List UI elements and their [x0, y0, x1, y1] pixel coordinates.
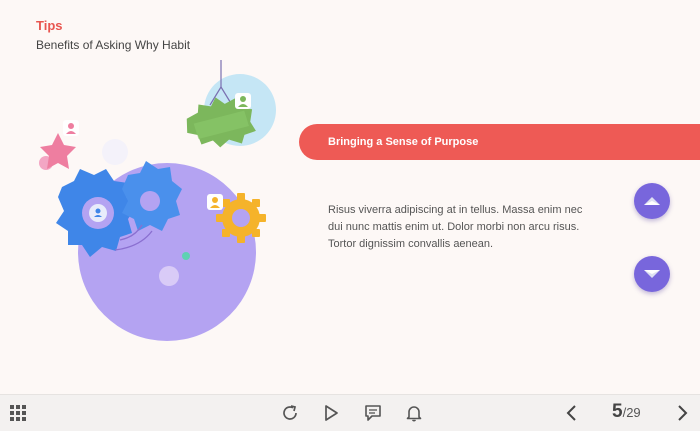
- page-indicator: 5 / 29: [612, 401, 641, 425]
- white-ball: [102, 139, 128, 165]
- menu-button[interactable]: [8, 403, 28, 423]
- previous-slide-button[interactable]: [562, 403, 582, 423]
- body-text: Risus viverra adipiscing at in tellus. M…: [328, 202, 618, 253]
- comment-button[interactable]: [363, 403, 383, 423]
- scroll-down-button[interactable]: [634, 256, 670, 292]
- yellow-gear-icon: [216, 193, 266, 243]
- bell-icon: [406, 406, 422, 422]
- comment-icon: [365, 405, 381, 421]
- body-line: Risus viverra adipiscing at in tellus. M…: [328, 204, 583, 216]
- section-banner: Bringing a Sense of Purpose: [299, 124, 700, 160]
- page-total: 29: [626, 405, 641, 420]
- page-current: 5: [612, 401, 623, 422]
- page-subtitle: Benefits of Asking Why Habit: [36, 38, 191, 52]
- chevron-down-icon: [644, 270, 660, 278]
- user-badge-icon: [235, 93, 251, 109]
- user-badge-icon: [207, 194, 223, 210]
- play-button[interactable]: [321, 403, 341, 423]
- prev-icon: [566, 405, 576, 421]
- user-badge-icon: [63, 120, 79, 136]
- lilac-ball: [159, 266, 179, 286]
- page-title: Tips: [36, 18, 63, 33]
- body-line: Tortor dignissim convallis aenean.: [328, 238, 494, 250]
- next-icon: [678, 405, 688, 421]
- teal-dot: [182, 252, 190, 260]
- pink-star-icon: [39, 133, 76, 170]
- gears-illustration: [39, 60, 276, 341]
- next-slide-button[interactable]: [672, 403, 692, 423]
- notification-button[interactable]: [404, 403, 424, 423]
- slide: Tips Benefits of Asking Why Habit Bringi…: [0, 0, 700, 394]
- banner-label: Bringing a Sense of Purpose: [328, 136, 479, 148]
- chevron-up-icon: [644, 197, 660, 205]
- play-icon: [325, 405, 338, 421]
- replay-button[interactable]: [280, 403, 300, 423]
- grid-menu-icon: [10, 405, 26, 421]
- player-toolbar: 5 / 29: [0, 394, 700, 431]
- replay-icon: [283, 405, 297, 420]
- body-line: dui nunc mattis enim ut. Dolor morbi non…: [328, 221, 580, 233]
- scroll-up-button[interactable]: [634, 183, 670, 219]
